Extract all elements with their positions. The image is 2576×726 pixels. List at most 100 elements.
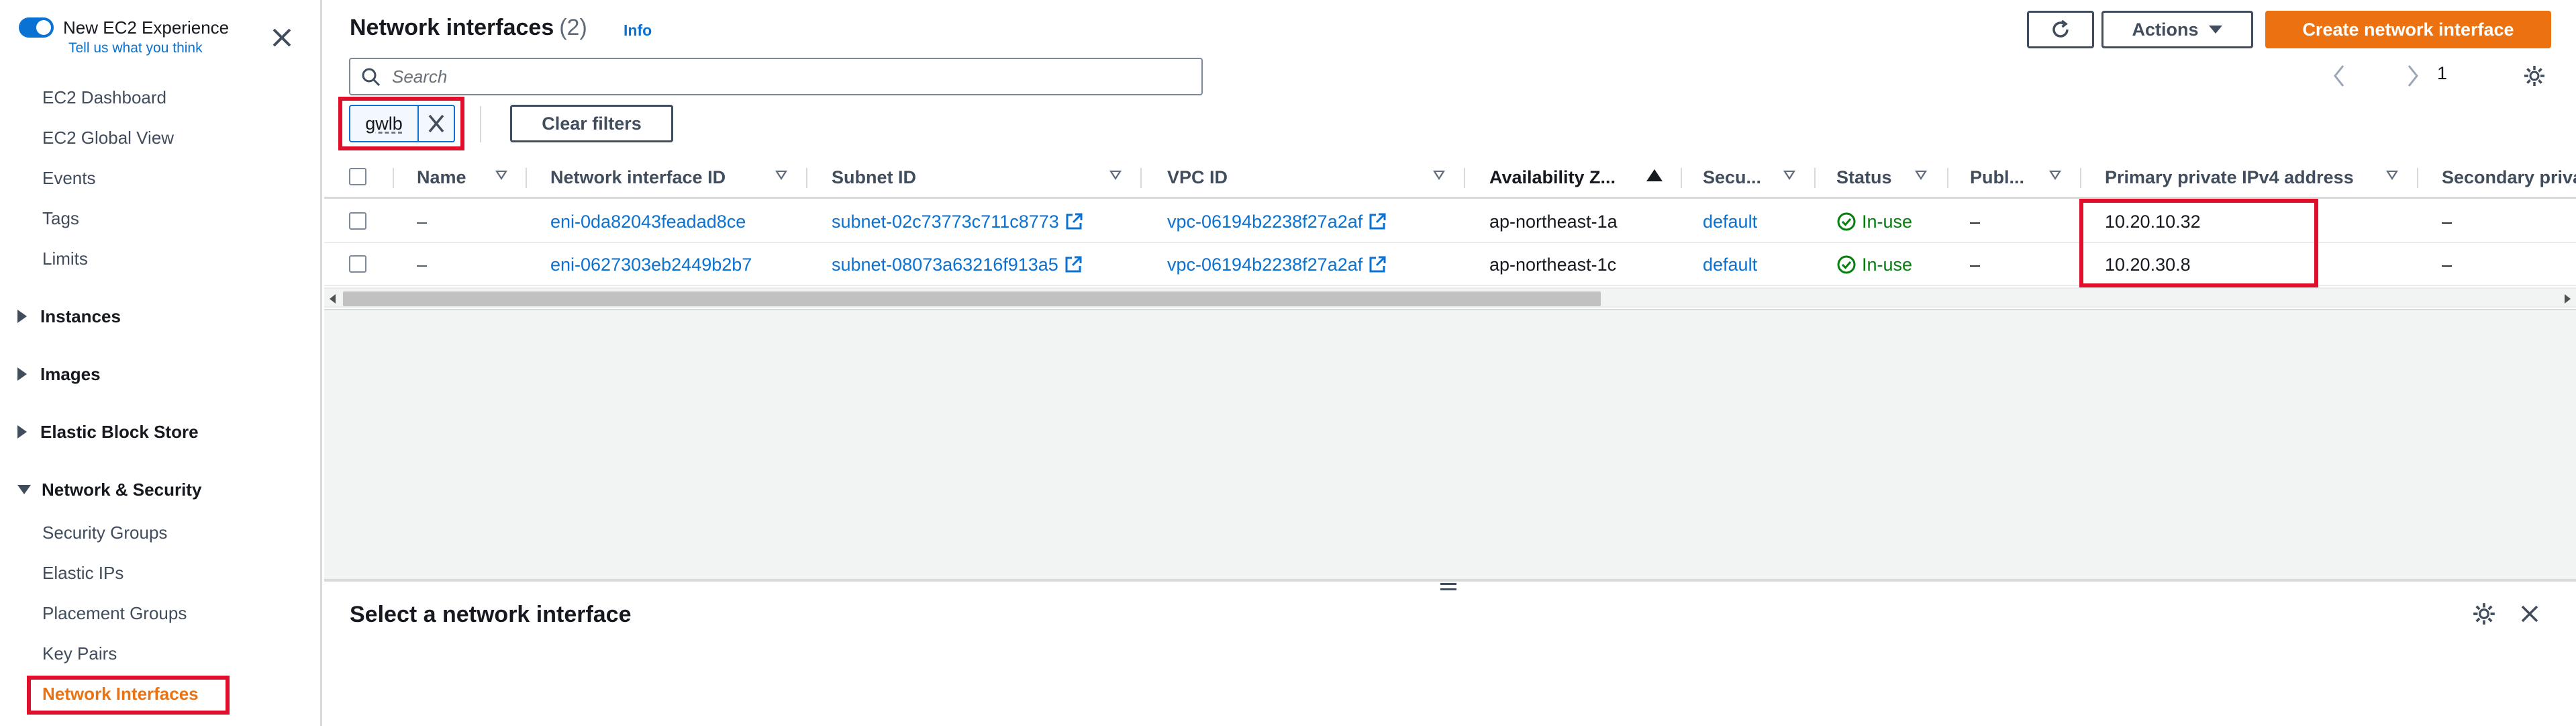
sort-icon[interactable] xyxy=(1433,171,1445,180)
cell-secondary-ip: – xyxy=(2442,211,2453,232)
sort-icon[interactable] xyxy=(775,171,787,180)
table-empty-area xyxy=(324,309,2576,579)
cell-security-link[interactable]: default xyxy=(1703,243,1757,286)
sort-icon[interactable] xyxy=(2049,171,2061,180)
column-divider xyxy=(1681,168,1682,188)
column-divider xyxy=(1140,168,1142,188)
highlight-box xyxy=(27,676,230,715)
row-checkbox[interactable] xyxy=(349,255,366,273)
cell-subnet-link[interactable]: subnet-08073a63216f913a5 xyxy=(832,243,1083,286)
search-input[interactable] xyxy=(392,59,1191,94)
check-circle-icon xyxy=(1837,255,1856,274)
cell-vpc-link[interactable]: vpc-06194b2238f27a2af xyxy=(1167,243,1387,286)
column-header-name[interactable]: Name xyxy=(417,156,497,199)
column-header-status[interactable]: Status xyxy=(1836,156,1910,199)
sidebar: New EC2 Experience Tell us what you thin… xyxy=(0,0,322,726)
cell-name: – xyxy=(417,211,428,232)
sidebar-section-ebs[interactable]: Elastic Block Store xyxy=(17,422,199,443)
cell-status: In-use xyxy=(1836,243,1912,286)
sort-icon[interactable] xyxy=(495,171,507,180)
sort-icon[interactable] xyxy=(2386,171,2398,180)
cell-status: In-use xyxy=(1836,200,1912,243)
sidebar-section-images[interactable]: Images xyxy=(17,364,101,385)
split-panel-divider[interactable] xyxy=(324,579,2576,582)
column-divider xyxy=(806,168,807,188)
sidebar-item-key-pairs[interactable]: Key Pairs xyxy=(42,643,117,664)
caret-right-icon xyxy=(17,425,27,439)
page-title: Network interfaces (2) xyxy=(350,15,587,40)
scroll-left-icon[interactable] xyxy=(330,294,336,304)
cell-eni-link[interactable]: eni-0da82043feadad8ce xyxy=(550,200,746,243)
column-header-security[interactable]: Secu... xyxy=(1703,156,1770,199)
external-link-icon xyxy=(1369,256,1386,273)
caret-right-icon xyxy=(17,310,27,324)
scrollbar-thumb[interactable] xyxy=(343,291,1601,306)
cell-eni-link[interactable]: eni-0627303eb2449b2b7 xyxy=(550,243,752,286)
feedback-link[interactable]: Tell us what you think xyxy=(68,40,203,56)
info-link[interactable]: Info xyxy=(624,21,652,40)
detail-panel-title: Select a network interface xyxy=(350,602,632,627)
column-divider xyxy=(1464,168,1465,188)
panel-settings-gear-icon[interactable] xyxy=(2472,602,2496,626)
external-link-icon xyxy=(1066,213,1083,230)
sidebar-section-instances[interactable]: Instances xyxy=(17,306,121,327)
sidebar-item-ec2-global-view[interactable]: EC2 Global View xyxy=(42,128,174,148)
column-divider xyxy=(526,168,527,188)
column-header-primary-ip[interactable]: Primary private IPv4 address xyxy=(2105,156,2387,199)
cell-subnet-link[interactable]: subnet-02c73773c711c8773 xyxy=(832,200,1083,243)
column-header-public[interactable]: Publ... xyxy=(1970,156,2037,199)
cell-public-ip: – xyxy=(1970,254,1981,275)
cell-security-link[interactable]: default xyxy=(1703,200,1757,243)
search-box xyxy=(349,58,1203,95)
sidebar-item-events[interactable]: Events xyxy=(42,168,96,189)
close-panel-icon[interactable] xyxy=(2519,603,2540,625)
column-header-az[interactable]: Availability Z... xyxy=(1489,156,1650,199)
caret-down-icon xyxy=(17,485,31,495)
column-header-vpc[interactable]: VPC ID xyxy=(1167,156,1369,199)
scroll-right-icon[interactable] xyxy=(2565,294,2571,304)
sort-ascending-icon[interactable] xyxy=(1646,169,1663,181)
chevron-right-icon[interactable] xyxy=(2405,63,2421,89)
sort-icon[interactable] xyxy=(1783,171,1795,180)
clear-filters-button[interactable]: Clear filters xyxy=(510,105,673,142)
horizontal-scrollbar[interactable] xyxy=(324,287,2576,308)
cell-az: ap-northeast-1c xyxy=(1489,254,1617,275)
sidebar-item-limits[interactable]: Limits xyxy=(42,248,88,269)
cell-public-ip: – xyxy=(1970,211,1981,232)
check-circle-icon xyxy=(1837,212,1856,231)
cell-secondary-ip: – xyxy=(2442,254,2453,275)
column-divider xyxy=(1814,168,1816,188)
column-header-eni[interactable]: Network interface ID xyxy=(550,156,765,199)
create-network-interface-button[interactable]: Create network interface xyxy=(2265,11,2551,48)
column-divider xyxy=(2417,168,2418,188)
sort-icon[interactable] xyxy=(1109,171,1122,180)
close-icon[interactable] xyxy=(268,24,295,51)
sidebar-item-ec2-dashboard[interactable]: EC2 Dashboard xyxy=(42,87,166,108)
sidebar-item-security-groups[interactable]: Security Groups xyxy=(42,523,167,543)
column-divider xyxy=(393,168,394,188)
sort-icon[interactable] xyxy=(1915,171,1927,180)
column-header-secondary-ip[interactable]: Secondary priva xyxy=(2442,156,2576,199)
refresh-button[interactable] xyxy=(2027,11,2094,48)
column-header-subnet[interactable]: Subnet ID xyxy=(832,156,1033,199)
actions-button[interactable]: Actions xyxy=(2101,11,2253,48)
row-checkbox[interactable] xyxy=(349,212,366,230)
table-header: Name Network interface ID Subnet ID VPC … xyxy=(324,156,2576,199)
select-all-checkbox[interactable] xyxy=(349,168,366,185)
caret-right-icon xyxy=(17,367,27,381)
page-number[interactable]: 1 xyxy=(2437,63,2447,84)
caret-down-icon xyxy=(2208,26,2222,34)
settings-gear-icon[interactable] xyxy=(2523,64,2546,87)
highlight-box xyxy=(2079,199,2318,287)
sidebar-item-tags[interactable]: Tags xyxy=(42,208,79,229)
resize-handle-icon[interactable] xyxy=(1440,583,1456,594)
new-experience-toggle[interactable] xyxy=(19,17,54,38)
highlight-box xyxy=(338,97,464,150)
cell-vpc-link[interactable]: vpc-06194b2238f27a2af xyxy=(1167,200,1387,243)
sidebar-section-network-security[interactable]: Network & Security xyxy=(17,480,201,500)
sidebar-item-elastic-ips[interactable]: Elastic IPs xyxy=(42,563,123,584)
chevron-left-icon[interactable] xyxy=(2331,63,2347,89)
experience-title: New EC2 Experience xyxy=(63,17,230,38)
divider xyxy=(480,106,481,142)
sidebar-item-placement-groups[interactable]: Placement Groups xyxy=(42,603,187,624)
